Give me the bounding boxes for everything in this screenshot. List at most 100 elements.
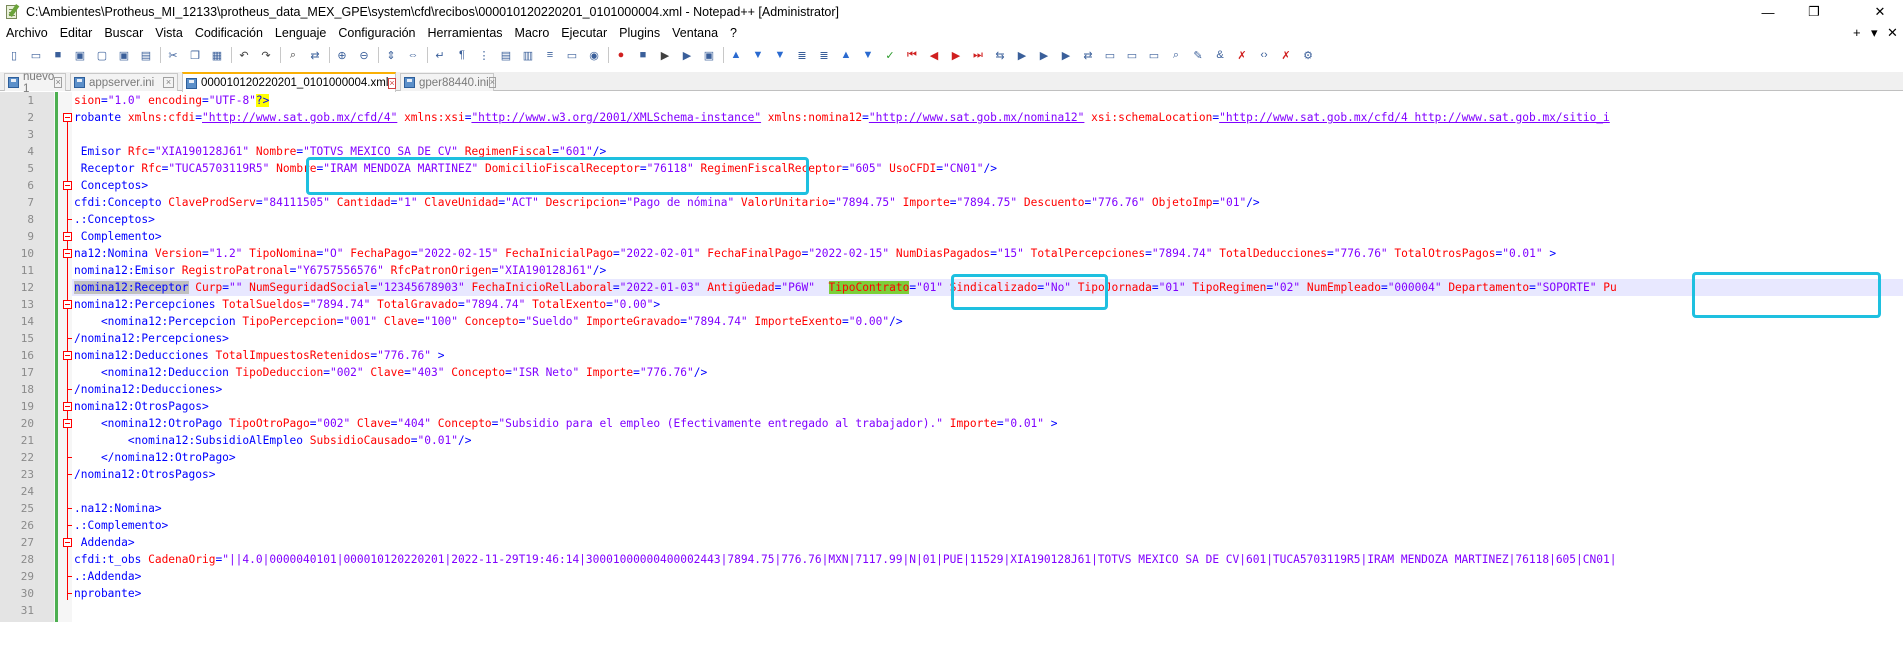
find-icon[interactable]: ⌕ [285,47,301,63]
plugin-b-icon[interactable]: ▶ [1036,47,1052,63]
menu-ventana[interactable]: Ventana [666,23,724,43]
menu-codificación[interactable]: Codificación [189,23,269,43]
run-multiple-icon[interactable]: ▶ [679,47,695,63]
save-all-icon[interactable]: ▣ [72,47,88,63]
all-chars-icon[interactable]: ¶ [454,47,470,63]
open-icon[interactable]: ▭ [28,47,44,63]
code-line[interactable]: robante xmlns:cfdi="http://www.sat.gob.m… [74,109,1610,126]
plugin-e-icon[interactable]: ▭ [1102,47,1118,63]
tab-3[interactable]: 000010120220201_0101000004.xml × [182,72,396,92]
monitor-icon[interactable]: ◉ [586,47,602,63]
tag-icon[interactable]: ‹› [1256,47,1272,63]
close-all-icon[interactable]: ▣ [116,47,132,63]
menu-editar[interactable]: Editar [54,23,99,43]
function-list-icon[interactable]: ≡ [542,47,558,63]
restore-button[interactable]: ❐ [1791,0,1837,24]
menu-buscar[interactable]: Buscar [98,23,149,43]
menu-lenguaje[interactable]: Lenguaje [269,23,332,43]
amp-icon[interactable]: & [1212,47,1228,63]
menu-ejecutar[interactable]: Ejecutar [555,23,613,43]
cut-icon[interactable]: ✂ [165,47,181,63]
code-line[interactable]: nomina12:Receptor Curp="" NumSeguridadSo… [74,279,1617,296]
close-window-button[interactable]: ✕ [1857,0,1903,24]
record-icon[interactable]: ● [613,47,629,63]
zoom-in-icon[interactable]: ⊕ [334,47,350,63]
code-line[interactable]: <nomina12:SubsidioAlEmpleo SubsidioCausa… [74,432,472,449]
code-line[interactable]: na12:Nomina Version="1.2" TipoNomina="O"… [74,245,1556,262]
new-icon[interactable]: ▯ [6,47,22,63]
undo-icon[interactable]: ↶ [236,47,252,63]
code-line[interactable]: .:Complemento> [74,517,168,534]
nav-first-icon[interactable]: ⏮ [904,47,920,63]
tab-close-icon[interactable]: × [163,77,174,88]
close-icon[interactable]: ▢ [94,47,110,63]
code-line[interactable]: /nomina12:OtrosPagos> [74,466,215,483]
no-amp-icon[interactable]: ✗ [1234,47,1250,63]
new-tab-plus-icon[interactable]: + [1853,23,1861,43]
tab-2[interactable]: appserver.ini × [70,73,178,91]
code-line[interactable]: cfdi:t_obs CadenaOrig="||4.0|0000040101|… [74,551,1616,568]
indent-icon[interactable]: ≣ [794,47,810,63]
plugin-c-icon[interactable]: ▶ [1058,47,1074,63]
code-line[interactable]: <nomina12:OtroPago TipoOtroPago="002" Cl… [74,415,1058,432]
code-line[interactable]: Complemento> [74,228,162,245]
menu-macro[interactable]: Macro [509,23,556,43]
editor[interactable]: 1 sion="1.0" encoding="UTF-8"?> 2 robante x… [0,92,1903,622]
compare-icon[interactable]: ▼ [750,47,766,63]
code-line[interactable]: cfdi:Concepto ClaveProdServ="84111505" C… [74,194,1260,211]
plugin-h-icon[interactable]: ⌕ [1168,47,1184,63]
plugin-i-icon[interactable]: ✎ [1190,47,1206,63]
code-line[interactable]: .:Conceptos> [74,211,155,228]
menu-help[interactable]: ? [724,23,743,43]
plugin-d-icon[interactable]: ⇄ [1080,47,1096,63]
code-line[interactable]: nprobante> [74,585,141,602]
code-line[interactable]: <nomina12:Deduccion TipoDeduccion="002" … [74,364,707,381]
tab-close-icon[interactable]: × [488,77,496,88]
print-icon[interactable]: ▤ [138,47,154,63]
fold-toggle-icon[interactable] [63,249,72,258]
minimize-button[interactable]: — [1745,0,1791,24]
copy-icon[interactable]: ❐ [187,47,203,63]
zoom-out-icon[interactable]: ⊖ [356,47,372,63]
plugin-f-icon[interactable]: ▭ [1124,47,1140,63]
tab-list-chevron-icon[interactable]: ▾ [1871,23,1878,43]
doc-map-icon[interactable]: ▥ [520,47,536,63]
bookmark-icon[interactable]: ▼ [772,47,788,63]
fold-toggle-icon[interactable] [63,419,72,428]
code-line[interactable]: nomina12:Percepciones TotalSueldos="7894… [74,296,660,313]
code-line[interactable]: .:Addenda> [74,568,141,585]
indent-guide-icon[interactable]: ⋮ [476,47,492,63]
menu-archivo[interactable]: Archivo [0,23,54,43]
xml-tools-icon[interactable]: ▲ [728,47,744,63]
tab-close-icon[interactable]: × [388,77,396,89]
sync-v-icon[interactable]: ⇕ [383,47,399,63]
menu-plugins[interactable]: Plugins [613,23,666,43]
stop-icon[interactable]: ■ [635,47,651,63]
menu-herramientas[interactable]: Herramientas [422,23,509,43]
code-line[interactable]: </nomina12:OtroPago> [74,449,236,466]
tab-1[interactable]: nuevo 1 × [4,71,66,95]
nav-prev-icon[interactable]: ◀ [926,47,942,63]
sort-up-icon[interactable]: ▲ [838,47,854,63]
udl-icon[interactable]: ▤ [498,47,514,63]
paste-icon[interactable]: ▦ [209,47,225,63]
fold-toggle-icon[interactable] [63,351,72,360]
replace-icon[interactable]: ⇄ [307,47,323,63]
plugin-g-icon[interactable]: ▭ [1146,47,1162,63]
play-icon[interactable]: ▶ [657,47,673,63]
sort-down-icon[interactable]: ▼ [860,47,876,63]
code-line[interactable]: /nomina12:Percepciones> [74,330,229,347]
code-line[interactable]: nomina12:Emisor RegistroPatronal="Y67575… [74,262,606,279]
nav-last-icon[interactable]: ⏭ [970,47,986,63]
menu-configuración[interactable]: Configuración [332,23,421,43]
folder-workspace-icon[interactable]: ▭ [564,47,580,63]
code-line[interactable]: .na12:Nomina> [74,500,162,517]
sync-h-icon[interactable]: ⇔ [405,47,421,63]
fold-toggle-icon[interactable] [63,113,72,122]
redo-icon[interactable]: ↷ [258,47,274,63]
save-icon[interactable]: ■ [50,47,66,63]
unindent-icon[interactable]: ≣ [816,47,832,63]
check-icon[interactable]: ✓ [882,47,898,63]
fold-toggle-icon[interactable] [63,181,72,190]
code-line[interactable]: Addenda> [74,534,135,551]
